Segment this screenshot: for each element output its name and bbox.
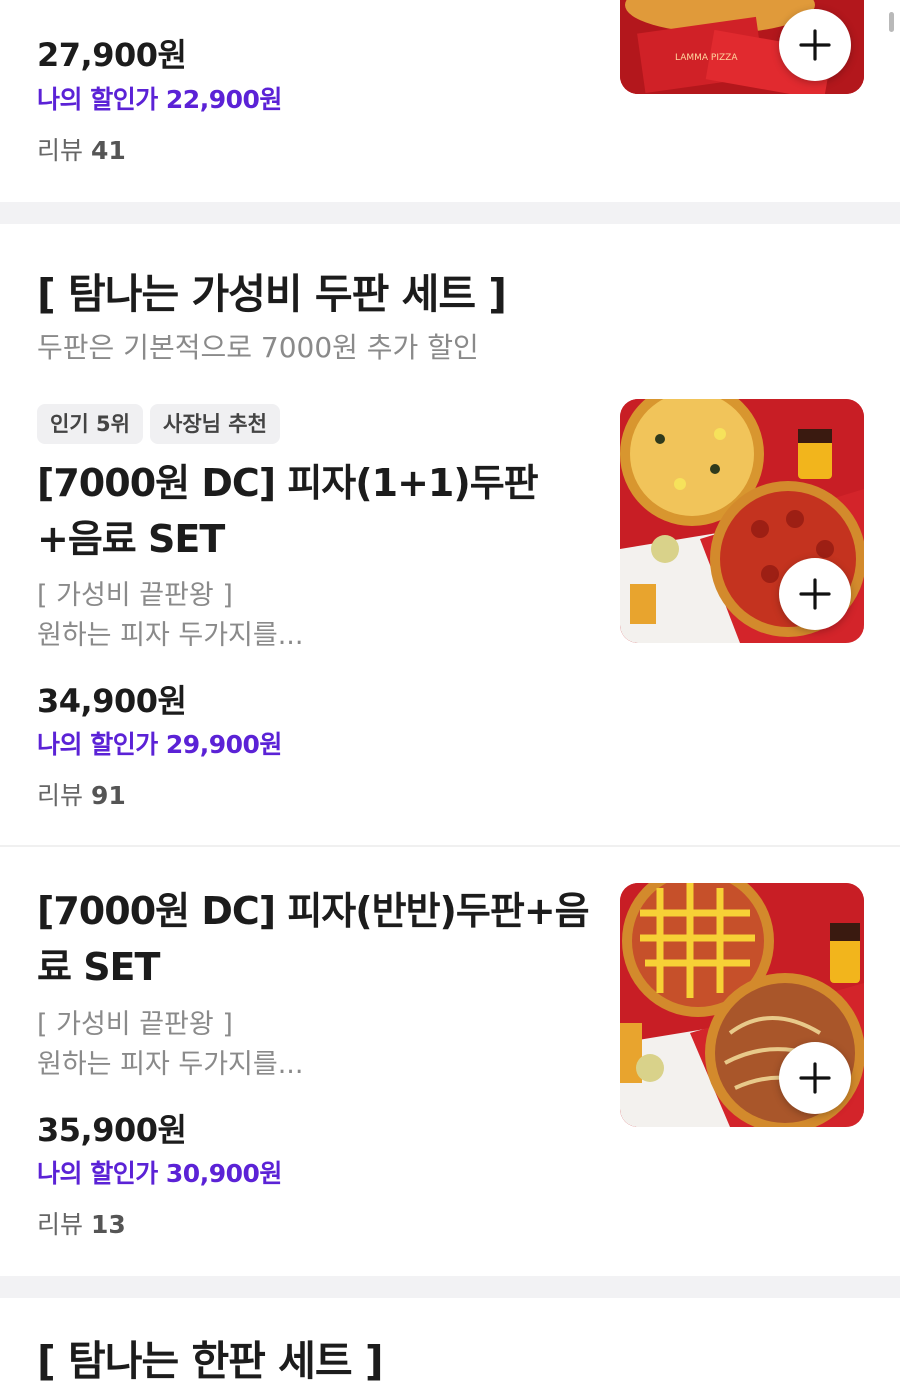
section-title: [ 탐나는 가성비 두판 세트 ] bbox=[37, 270, 507, 318]
section-title: [ 탐나는 한판 세트 ] bbox=[37, 1337, 384, 1385]
item-discount-price: 나의 할인가 30,900원 bbox=[37, 1159, 282, 1188]
review-label: 리뷰 bbox=[37, 136, 84, 165]
review-count: 41 bbox=[90, 136, 126, 165]
section-description: 두판은 기본적으로 7000원 추가 할인 bbox=[37, 331, 479, 364]
plus-icon bbox=[799, 578, 831, 610]
item-discount-price: 나의 할인가 22,900원 bbox=[37, 85, 282, 114]
item-description-line1: [ 가성비 끝판왕 ] bbox=[37, 580, 233, 611]
item-description-line1: [ 가성비 끝판왕 ] bbox=[37, 1009, 233, 1040]
item-review: 리뷰 91 bbox=[37, 776, 126, 812]
add-to-cart-button[interactable] bbox=[779, 1042, 851, 1114]
section-divider bbox=[0, 202, 900, 224]
review-label: 리뷰 bbox=[37, 781, 84, 810]
plus-icon bbox=[799, 1062, 831, 1094]
owner-pick-badge: 사장님 추천 bbox=[150, 404, 280, 444]
item-title: [7000원 DC] 피자(1+1)두판+음료 SET bbox=[37, 461, 539, 561]
item-description-line2: 원하는 피자 두가지를... bbox=[37, 1049, 304, 1080]
add-to-cart-button[interactable] bbox=[779, 558, 851, 630]
popularity-badge: 인기 5위 bbox=[37, 404, 143, 444]
item-divider bbox=[0, 845, 900, 847]
review-label: 리뷰 bbox=[37, 1210, 84, 1239]
review-count: 13 bbox=[90, 1210, 126, 1239]
item-description-line2: 원하는 피자 두가지를... bbox=[37, 620, 304, 651]
item-price: 34,900원 bbox=[37, 682, 187, 720]
item-review: 리뷰 41 bbox=[37, 131, 126, 167]
item-title: [7000원 DC] 피자(반반)두판+음료 SET bbox=[37, 889, 590, 989]
review-count: 91 bbox=[90, 781, 126, 810]
svg-text:LAMMA PIZZA: LAMMA PIZZA bbox=[675, 53, 738, 63]
item-price: 35,900원 bbox=[37, 1111, 187, 1149]
plus-icon bbox=[799, 29, 831, 61]
section-divider bbox=[0, 1276, 900, 1298]
add-to-cart-button[interactable] bbox=[779, 9, 851, 81]
item-price: 27,900원 bbox=[37, 36, 187, 74]
item-discount-price: 나의 할인가 29,900원 bbox=[37, 730, 282, 759]
item-review: 리뷰 13 bbox=[37, 1205, 126, 1241]
scrollbar[interactable] bbox=[889, 12, 894, 32]
